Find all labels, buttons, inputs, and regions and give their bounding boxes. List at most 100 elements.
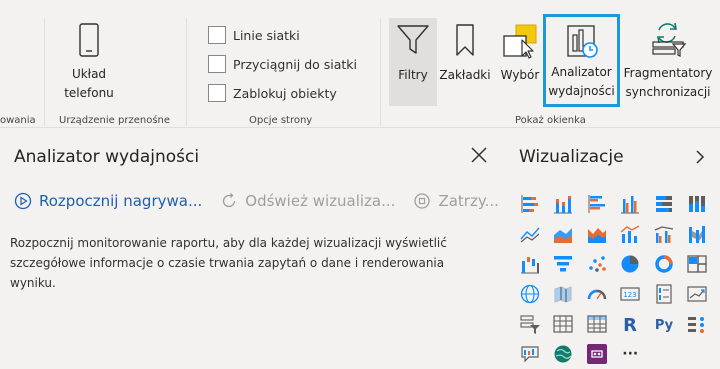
sync-slicers-line1: Fragmentatory (623, 66, 713, 80)
stacked-bar-chart-icon (521, 195, 538, 213)
visualizations-pane: Wizualizacje 123 R Py ··· (505, 128, 720, 367)
gauge-icon (587, 289, 606, 300)
chevron-right-icon[interactable] (694, 149, 706, 165)
filters-button[interactable]: Filtry (389, 18, 437, 106)
performance-analyzer-icon (566, 25, 598, 58)
checkbox-gridlines[interactable]: Linie siatki (208, 26, 300, 44)
selection-button[interactable]: Wybór (495, 22, 545, 85)
sync-slicers-button[interactable]: Fragmentatory synchronizacji (620, 20, 716, 102)
viz-arcgis[interactable] (547, 339, 581, 369)
percent-bar-chart-icon (655, 196, 672, 212)
viz-slicer[interactable] (513, 309, 547, 339)
refresh-icon (223, 193, 236, 208)
pie-chart-icon (621, 255, 639, 273)
ribbon-divider (186, 18, 187, 126)
phone-icon (79, 23, 99, 57)
bookmarks-label: Zakładki (439, 68, 491, 82)
viz-qa[interactable] (513, 339, 547, 369)
phone-layout-button[interactable]: Układ telefonu (56, 22, 122, 103)
sync-slicers-line2: synchronizacji (625, 85, 711, 99)
waterfall-chart-icon (520, 257, 539, 274)
viz-ribbon[interactable] (681, 219, 715, 249)
line-chart-icon (520, 227, 540, 243)
viz-table[interactable] (547, 309, 581, 339)
viz-donut[interactable] (647, 249, 681, 279)
viz-gauge[interactable] (580, 279, 614, 309)
checkbox-snap-to-grid[interactable]: Przyciągnij do siatki (208, 55, 357, 73)
viz-waterfall[interactable] (513, 249, 547, 279)
viz-kpi[interactable] (681, 279, 715, 309)
performance-analyzer-line1: Analizator (551, 65, 612, 79)
viz-empty-1 (714, 189, 720, 219)
viz-card[interactable]: 123 (614, 279, 648, 309)
multi-row-card-icon (656, 284, 672, 304)
checkbox-box[interactable] (208, 55, 226, 73)
viz-stacked-area[interactable] (580, 219, 614, 249)
bookmarks-button[interactable]: Zakładki (438, 22, 492, 85)
viz-100-bar[interactable] (647, 189, 681, 219)
refresh-visuals-button[interactable]: Odśwież wizualiza... (220, 192, 395, 210)
viz-key-influencers[interactable] (681, 309, 715, 339)
viz-clustered-column[interactable] (614, 189, 648, 219)
performance-analyzer-button[interactable]: Analizator wydajności (543, 14, 620, 107)
viz-matrix[interactable] (580, 309, 614, 339)
phone-layout-line2: telefonu (64, 86, 114, 100)
checkbox-box[interactable] (208, 26, 226, 44)
viz-scatter[interactable] (580, 249, 614, 279)
checkbox-label: Przyciągnij do siatki (233, 56, 358, 72)
viz-stacked-column[interactable] (547, 189, 581, 219)
filters-label: Filtry (398, 68, 428, 82)
checkbox-box[interactable] (208, 84, 226, 102)
viz-treemap[interactable] (681, 249, 715, 279)
line-and-column-chart-icon (620, 225, 640, 243)
viz-r-script[interactable]: R (614, 309, 648, 339)
ribbon-chart-icon (689, 226, 706, 243)
checkbox-label: Linie siatki (233, 27, 300, 43)
viz-multi-row-card[interactable] (647, 279, 681, 309)
filled-map-icon (554, 286, 572, 303)
bookmark-icon (456, 24, 474, 56)
matrix-icon (587, 315, 607, 333)
stop-button[interactable]: Zatrzy... (413, 192, 499, 210)
viz-pie[interactable] (614, 249, 648, 279)
scatter-chart-icon (588, 256, 606, 272)
viz-empty-4 (714, 279, 720, 309)
perf-toolbar: Rozpocznij nagrywa... Odśwież wizualiza.… (14, 192, 517, 210)
viz-more-visuals[interactable]: ··· (614, 339, 648, 369)
viz-empty-3 (714, 249, 720, 279)
qa-icon (521, 346, 539, 363)
close-icon[interactable] (470, 146, 488, 164)
viz-pane-title: Wizualizacje (519, 147, 624, 167)
start-recording-button[interactable]: Rozpocznij nagrywa... (14, 192, 202, 210)
viz-line-stacked-column[interactable] (614, 219, 648, 249)
viz-100-column[interactable] (681, 189, 715, 219)
r-letter: R (623, 315, 637, 335)
arcgis-globe-icon (554, 345, 572, 363)
record-icon (14, 192, 32, 210)
viz-filled-map[interactable] (547, 279, 581, 309)
funnel-chart-icon (554, 256, 573, 272)
viz-power-apps[interactable] (580, 339, 614, 369)
stacked-area-chart-icon (587, 228, 606, 243)
checkbox-lock-objects[interactable]: Zablokuj obiekty (208, 84, 337, 102)
card-icon: 123 (620, 287, 640, 301)
viz-funnel[interactable] (547, 249, 581, 279)
viz-empty-5 (714, 309, 720, 339)
viz-line-clustered-column[interactable] (647, 219, 681, 249)
power-apps-icon (586, 344, 607, 364)
viz-map[interactable] (513, 279, 547, 309)
stop-label: Zatrzy... (438, 192, 499, 210)
viz-line[interactable] (513, 219, 547, 249)
donut-chart-icon (655, 255, 673, 273)
group-label-show-panes: Pokaż okienka (515, 115, 586, 126)
viz-stacked-bar[interactable] (513, 189, 547, 219)
group-label-partial: owania (0, 115, 36, 126)
viz-clustered-bar[interactable] (580, 189, 614, 219)
performance-analyzer-line2: wydajności (548, 84, 615, 98)
viz-area[interactable] (547, 219, 581, 249)
percent-column-chart-icon (689, 196, 706, 212)
viz-python[interactable]: Py (647, 309, 681, 339)
group-label-mobile: Urządzenie przenośne (59, 115, 171, 126)
slicer-icon (520, 315, 540, 334)
selection-label: Wybór (500, 68, 540, 82)
